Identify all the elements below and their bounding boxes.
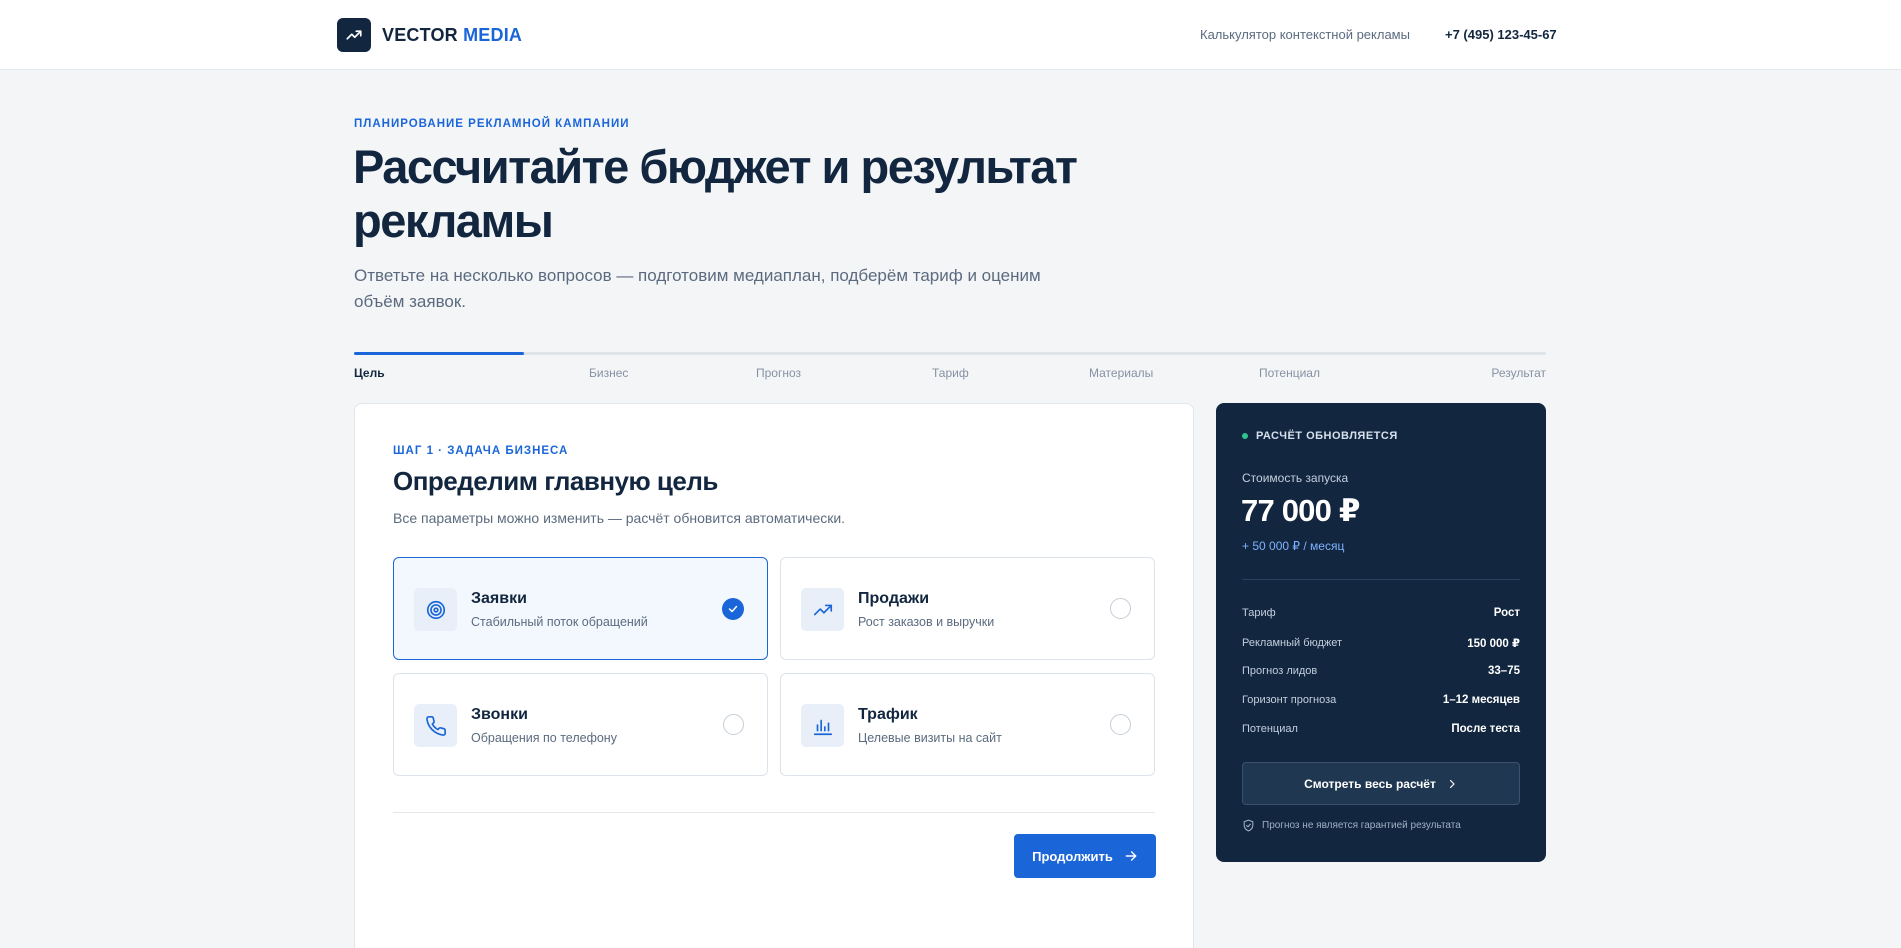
option-traffic[interactable]: Трафик Целевые визиты на сайт — [780, 673, 1155, 776]
header-phone[interactable]: +7 (495) 123-45-67 — [1445, 27, 1557, 42]
summary-row-horizon: Горизонт прогноза 1–12 месяцев — [1242, 694, 1520, 706]
hero-subtitle: Ответьте на несколько вопросов — подгото… — [354, 266, 1041, 311]
radio-button[interactable] — [1110, 598, 1131, 619]
summary-key: Тариф — [1242, 607, 1276, 619]
summary-value: 1–12 месяцев — [1442, 694, 1520, 706]
step-title: Определим главную цель — [393, 466, 718, 496]
status-dot-icon — [1242, 433, 1248, 439]
summary-value: После теста — [1451, 723, 1520, 735]
option-desc: Рост заказов и выручки — [858, 615, 995, 629]
stepper-track — [354, 352, 1546, 355]
nav-link-calculator[interactable]: Калькулятор контекстной рекламы — [1200, 27, 1410, 42]
disclaimer: Прогноз не является гарантией результата — [1242, 819, 1461, 832]
continue-button[interactable]: Продолжить — [1014, 834, 1156, 878]
stepper-labels: Цель Бизнес Прогноз Тариф Материалы Поте… — [354, 366, 1546, 386]
summary-value: 150 000 ₽ — [1467, 638, 1520, 650]
arrow-right-icon — [1125, 851, 1137, 861]
option-desc: Обращения по телефону — [471, 731, 617, 745]
option-title: Заявки — [471, 590, 527, 607]
option-title: Звонки — [471, 706, 528, 723]
monthly-cost: + 50 000 ₽ / месяц — [1242, 539, 1345, 553]
step-result[interactable]: Результат — [1491, 366, 1546, 380]
option-desc: Целевые визиты на сайт — [858, 731, 1002, 745]
summary-key: Горизонт прогноза — [1242, 694, 1337, 706]
summary-row-potential: Потенциал После теста — [1242, 723, 1520, 735]
summary-row-budget: Рекламный бюджет 150 000 ₽ — [1242, 636, 1520, 650]
step-forecast[interactable]: Прогноз — [756, 366, 801, 380]
step-business[interactable]: Бизнес — [589, 366, 628, 380]
step-card: ШАГ 1 · ЗАДАЧА БИЗНЕСА Определим главную… — [354, 403, 1194, 948]
summary-panel: РАСЧЁТ ОБНОВЛЯЕТСЯ Стоимость запуска 77 … — [1216, 403, 1546, 862]
phone-icon — [414, 704, 457, 747]
step-tariff[interactable]: Тариф — [932, 366, 969, 380]
launch-cost-label: Стоимость запуска — [1242, 471, 1349, 485]
option-leads[interactable]: Заявки Стабильный поток обращений — [393, 557, 768, 660]
step-eyebrow: ШАГ 1 · ЗАДАЧА БИЗНЕСА — [393, 445, 569, 457]
disclaimer-text: Прогноз не является гарантией результата — [1262, 820, 1461, 831]
live-status-label: РАСЧЁТ ОБНОВЛЯЕТСЯ — [1256, 430, 1398, 442]
summary-value: Рост — [1493, 607, 1520, 619]
view-full-calculation-button[interactable]: Смотреть весь расчёт — [1242, 762, 1520, 805]
stepper: Цель Бизнес Прогноз Тариф Материалы Поте… — [354, 352, 1546, 386]
hero-eyebrow: ПЛАНИРОВАНИЕ РЕКЛАМНОЙ КАМПАНИИ — [354, 118, 630, 130]
site-header: VECTOR MEDIA Калькулятор контекстной рек… — [0, 0, 1901, 70]
step-materials[interactable]: Материалы — [1089, 366, 1153, 380]
summary-row-tariff: Тариф Рост — [1242, 607, 1520, 619]
shield-check-icon — [1243, 819, 1254, 832]
option-desc: Стабильный поток обращений — [471, 615, 648, 629]
step-potential[interactable]: Потенциал — [1259, 366, 1320, 380]
option-title: Трафик — [858, 706, 918, 723]
option-sales[interactable]: Продажи Рост заказов и выручки — [780, 557, 1155, 660]
launch-cost-value: 77 000 ₽ — [1241, 493, 1360, 528]
summary-key: Рекламный бюджет — [1242, 637, 1343, 649]
summary-value: 33–75 — [1488, 665, 1520, 677]
chevron-right-icon — [1449, 779, 1455, 788]
trending-up-icon — [337, 18, 371, 52]
option-title: Продажи — [858, 590, 930, 607]
check-icon — [722, 598, 744, 620]
option-calls[interactable]: Звонки Обращения по телефону — [393, 673, 768, 776]
target-icon — [414, 588, 457, 631]
summary-key: Прогноз лидов — [1242, 665, 1318, 677]
page-title: Рассчитайте бюджет и результат рекламы — [353, 140, 1078, 247]
logo[interactable]: VECTOR MEDIA — [337, 18, 522, 52]
view-full-calculation-label: Смотреть весь расчёт — [1304, 776, 1436, 791]
continue-button-label: Продолжить — [1032, 848, 1113, 864]
bar-chart-icon — [801, 704, 844, 747]
summary-row-leads: Прогноз лидов 33–75 — [1242, 665, 1520, 677]
stepper-progress — [354, 352, 525, 355]
step-subtitle: Все параметры можно изменить — расчёт об… — [393, 510, 846, 526]
trending-up-icon — [801, 588, 844, 631]
divider — [1242, 579, 1520, 580]
logo-text: VECTOR MEDIA — [382, 24, 523, 45]
live-status: РАСЧЁТ ОБНОВЛЯЕТСЯ — [1242, 430, 1398, 442]
step-goal[interactable]: Цель — [354, 366, 385, 380]
divider — [393, 812, 1155, 813]
summary-key: Потенциал — [1242, 723, 1298, 735]
radio-button[interactable] — [723, 714, 744, 735]
radio-button[interactable] — [1110, 714, 1131, 735]
